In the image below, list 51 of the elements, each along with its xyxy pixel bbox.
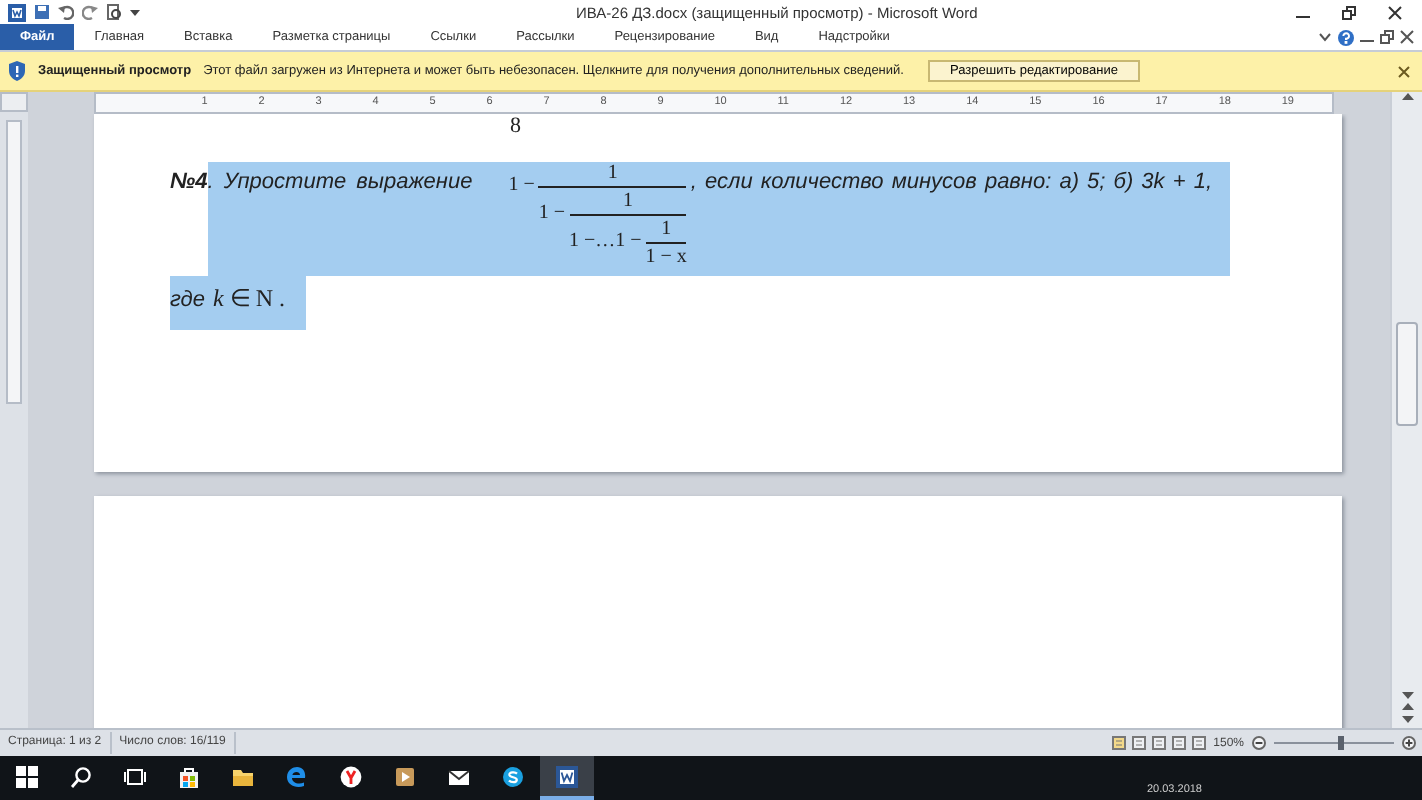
browser-y-icon[interactable] — [340, 765, 362, 787]
media-player-icon[interactable] — [394, 765, 416, 787]
zoom-out-icon[interactable] — [1252, 736, 1266, 750]
print-preview-icon[interactable] — [106, 4, 122, 20]
scroll-down-icon[interactable] — [1401, 690, 1413, 700]
zoom-in-icon[interactable] — [1402, 736, 1416, 750]
formula-numerator: 1 — [622, 190, 633, 214]
shopping-bag-icon[interactable] — [178, 765, 200, 787]
save-icon[interactable] — [34, 4, 50, 20]
formula-term: 1 − — [508, 172, 537, 196]
draft-icon[interactable] — [1191, 736, 1206, 750]
reading-layout-icon[interactable] — [1131, 736, 1146, 750]
formula-denominator: 1 − x — [645, 246, 687, 270]
slider-thumb[interactable] — [1338, 736, 1344, 750]
problem-text: . Упростите выражение — [207, 168, 473, 194]
search-icon[interactable] — [70, 765, 92, 787]
close-icon[interactable] — [1398, 65, 1410, 77]
undo-icon[interactable] — [58, 4, 74, 20]
formula-term: 1 − — [538, 200, 567, 224]
close-icon[interactable] — [1400, 30, 1414, 44]
scrollbar[interactable] — [1390, 92, 1422, 728]
shield-icon — [8, 60, 26, 82]
redo-icon[interactable] — [82, 4, 98, 20]
skype-icon[interactable] — [502, 765, 524, 787]
formula-numerator: 1 — [661, 218, 672, 242]
print-layout-icon[interactable] — [1111, 736, 1126, 750]
problem-text: где — [170, 288, 205, 312]
web-layout-icon[interactable] — [1151, 736, 1166, 750]
dropdown-icon[interactable] — [130, 4, 140, 20]
restore-icon[interactable] — [1380, 30, 1394, 44]
help-icon[interactable] — [1338, 29, 1354, 45]
formula-term: 1 −…1 − — [569, 228, 644, 252]
problem-number: №4 — [170, 168, 208, 194]
restore-icon[interactable] — [1342, 5, 1356, 19]
taskbar-button[interactable] — [540, 756, 594, 800]
previous-page-icon[interactable] — [1401, 702, 1413, 712]
browser-e-icon[interactable] — [286, 765, 308, 787]
caret-icon[interactable] — [1318, 30, 1332, 44]
formula-numerator: 1 — [607, 162, 618, 186]
envelope-icon[interactable] — [448, 765, 470, 787]
problem-text: , если количество минусов равно: а) 5; б) 3k + 1, — [690, 168, 1213, 194]
windows-icon[interactable] — [16, 765, 38, 787]
close-icon[interactable] — [1388, 5, 1402, 19]
math-condition: k ∈ N . — [213, 284, 285, 314]
scroll-thumb[interactable] — [1396, 322, 1418, 426]
task-view-icon[interactable] — [124, 765, 146, 787]
word-icon[interactable] — [556, 765, 578, 787]
outline-icon[interactable] — [1171, 736, 1186, 750]
next-page-icon[interactable] — [1401, 714, 1413, 724]
folder-icon[interactable] — [232, 765, 254, 787]
page-number: 8 — [510, 114, 521, 138]
